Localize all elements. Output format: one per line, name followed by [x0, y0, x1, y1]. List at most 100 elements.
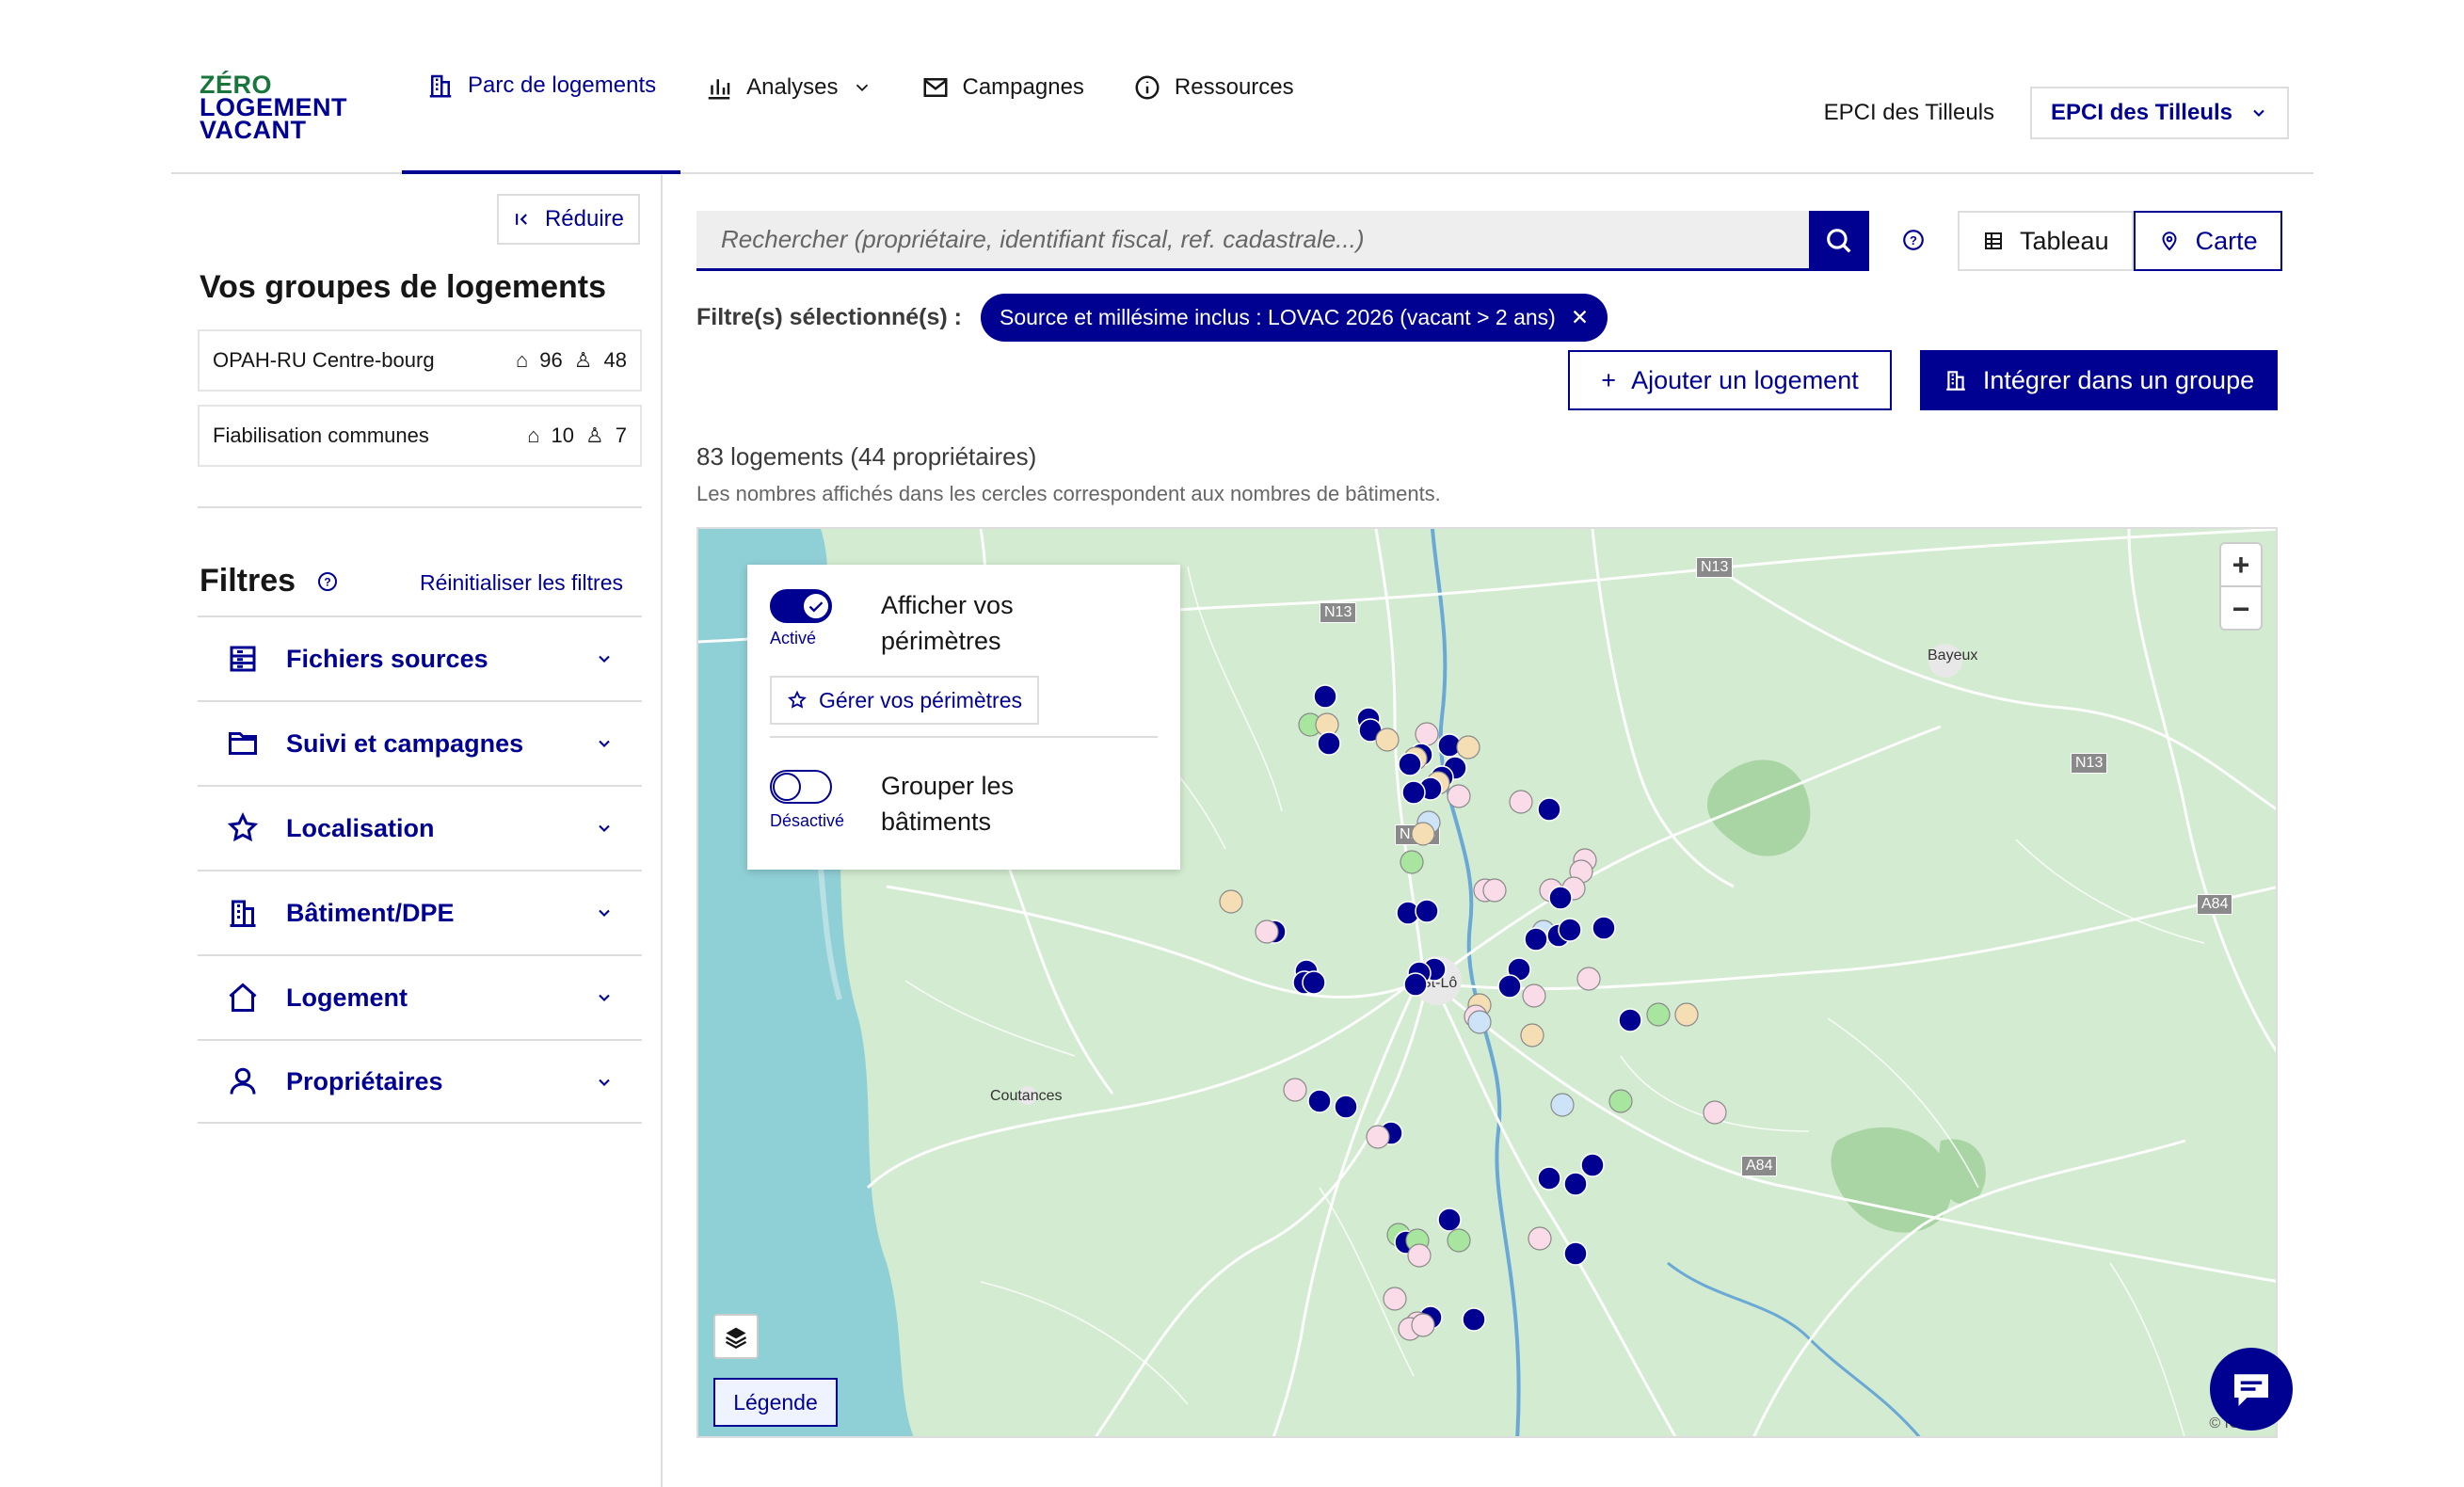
zoom-in-button[interactable]: +	[2221, 544, 2261, 587]
housing-marker[interactable]	[1307, 1089, 1332, 1113]
chat-button[interactable]	[2210, 1348, 2293, 1431]
map[interactable]: Bayeux St-Lô Coutances N13 N13 N13 N174 …	[696, 527, 2278, 1438]
group-buildings-toggle[interactable]	[770, 770, 832, 804]
search-input[interactable]: Rechercher (propriétaire, identifiant fi…	[696, 211, 1864, 271]
housing-marker[interactable]	[1219, 889, 1243, 914]
housing-marker[interactable]	[1497, 974, 1522, 999]
housing-marker[interactable]	[1411, 1313, 1435, 1337]
housing-marker[interactable]	[1548, 886, 1573, 910]
housing-marker[interactable]	[1462, 1307, 1486, 1332]
housing-marker[interactable]	[1407, 1243, 1432, 1268]
app-logo[interactable]: ZÉRO LOGEMENT VACANT	[200, 72, 347, 143]
chevron-down-icon	[856, 84, 868, 91]
housing-marker[interactable]	[1447, 784, 1471, 808]
sidebar: Réduire Vos groupes de logements OPAH-RU…	[171, 175, 663, 1487]
housing-marker[interactable]	[1576, 967, 1601, 991]
housing-marker[interactable]	[1563, 1172, 1588, 1196]
filter-batiment-dpe[interactable]: Bâtiment/DPE	[198, 870, 642, 954]
nav-campagnes[interactable]: Campagnes	[897, 0, 1109, 174]
housing-count: 83 logements (44 propriétaires)	[696, 442, 1037, 471]
reduce-label: Réduire	[544, 206, 625, 232]
housing-marker[interactable]	[1283, 1078, 1307, 1102]
housing-marker[interactable]	[1592, 916, 1616, 940]
nav-parc-de-logements[interactable]: Parc de logements	[402, 0, 681, 174]
housing-marker[interactable]	[1482, 878, 1507, 903]
toggle-state-label: Désactivé	[770, 811, 845, 830]
housing-marker[interactable]	[1509, 790, 1533, 814]
reset-filters-link[interactable]: Réinitialiser les filtres	[420, 570, 623, 596]
housing-marker[interactable]	[1403, 972, 1428, 997]
help-icon[interactable]: ?	[316, 570, 339, 593]
housing-marker[interactable]	[1537, 1166, 1561, 1191]
housing-marker[interactable]	[1467, 1010, 1492, 1034]
reduce-button[interactable]: Réduire	[497, 194, 640, 245]
housing-marker[interactable]	[1558, 918, 1582, 942]
housing-marker[interactable]	[1334, 1095, 1358, 1119]
add-to-group-label: Intégrer dans un groupe	[1982, 365, 2255, 394]
housing-marker[interactable]	[1522, 983, 1546, 1008]
close-icon[interactable]: ✕	[1571, 305, 1589, 330]
housing-marker[interactable]	[1580, 1153, 1605, 1177]
filter-chip-label: Source et millésime inclus : LOVAC 2026 …	[1000, 305, 1556, 329]
housing-marker[interactable]	[1520, 1023, 1544, 1047]
search-button[interactable]	[1809, 211, 1869, 271]
add-to-group-button[interactable]: Intégrer dans un groupe	[1920, 350, 2278, 410]
view-table-button[interactable]: Tableau	[1958, 211, 2134, 271]
map-options-panel: Activé Afficher vos périmètres Gérer vos…	[747, 565, 1180, 870]
filter-localisation[interactable]: Localisation	[198, 785, 642, 870]
folder-icon	[229, 732, 257, 755]
info-icon	[1135, 75, 1160, 99]
filter-fichiers-sources[interactable]: Fichiers sources	[198, 616, 642, 700]
housing-marker[interactable]	[1411, 822, 1435, 846]
housing-marker[interactable]	[1528, 1226, 1552, 1251]
housing-marker[interactable]	[1674, 1002, 1699, 1027]
housing-marker[interactable]	[1550, 1093, 1575, 1117]
check-icon	[808, 601, 824, 613]
epci-select[interactable]: EPCI des Tilleuls	[2030, 87, 2289, 139]
divider	[770, 736, 1158, 738]
perimeter-toggle[interactable]	[770, 589, 832, 623]
layers-button[interactable]	[713, 1314, 759, 1359]
housing-marker[interactable]	[1646, 1002, 1671, 1027]
housing-marker[interactable]	[1415, 899, 1439, 923]
chart-icon	[708, 78, 730, 99]
housing-marker[interactable]	[1537, 797, 1561, 822]
housing-marker[interactable]	[1398, 752, 1422, 776]
housing-marker[interactable]	[1313, 684, 1337, 709]
housing-marker[interactable]	[1563, 1241, 1588, 1266]
filter-chip[interactable]: Source et millésime inclus : LOVAC 2026 …	[981, 294, 1608, 342]
add-housing-button[interactable]: + Ajouter un logement	[1568, 350, 1892, 410]
housing-marker[interactable]	[1456, 735, 1480, 759]
housing-marker[interactable]	[1375, 728, 1400, 752]
housing-marker[interactable]	[1302, 970, 1326, 995]
housing-marker[interactable]	[1703, 1100, 1727, 1125]
housing-marker[interactable]	[1524, 927, 1548, 951]
group-card[interactable]: OPAH-RU Centre-bourg ⌂ 96 ♙ 48	[198, 329, 642, 392]
filter-proprietaires[interactable]: Propriétaires	[198, 1039, 642, 1124]
filter-suivi-campagnes[interactable]: Suivi et campagnes	[198, 700, 642, 785]
housing-marker[interactable]	[1415, 722, 1439, 746]
filter-label: Localisation	[286, 813, 435, 842]
view-map-button[interactable]: Carte	[2133, 211, 2282, 271]
nav-ressources[interactable]: Ressources	[1109, 0, 1319, 174]
layers-icon	[725, 1327, 747, 1350]
housing-marker[interactable]	[1618, 1008, 1642, 1032]
toggle-state-label: Activé	[770, 629, 817, 648]
housing-marker[interactable]	[1400, 850, 1424, 874]
nav-analyses[interactable]: Analyses	[680, 0, 896, 174]
housing-marker[interactable]	[1447, 1228, 1471, 1253]
housing-marker[interactable]	[1383, 1287, 1407, 1311]
housing-marker[interactable]	[1366, 1125, 1390, 1149]
housing-marker[interactable]	[1437, 1207, 1462, 1232]
housing-marker[interactable]	[1401, 780, 1426, 805]
housing-marker[interactable]	[1255, 919, 1279, 944]
filter-logement[interactable]: Logement	[198, 954, 642, 1039]
search-help-icon[interactable]: ?	[1901, 228, 1926, 257]
legend-button[interactable]: Légende	[713, 1378, 838, 1427]
housing-marker[interactable]	[1317, 731, 1341, 756]
main-nav: Parc de logements Analyses Campagnes Res…	[402, 0, 1319, 174]
zoom-out-button[interactable]: −	[2221, 587, 2261, 631]
group-card[interactable]: Fiabilisation communes ⌂ 10 ♙ 7	[198, 405, 642, 467]
housing-marker[interactable]	[1608, 1089, 1633, 1113]
manage-perimeters-button[interactable]: Gérer vos périmètres	[770, 676, 1040, 725]
